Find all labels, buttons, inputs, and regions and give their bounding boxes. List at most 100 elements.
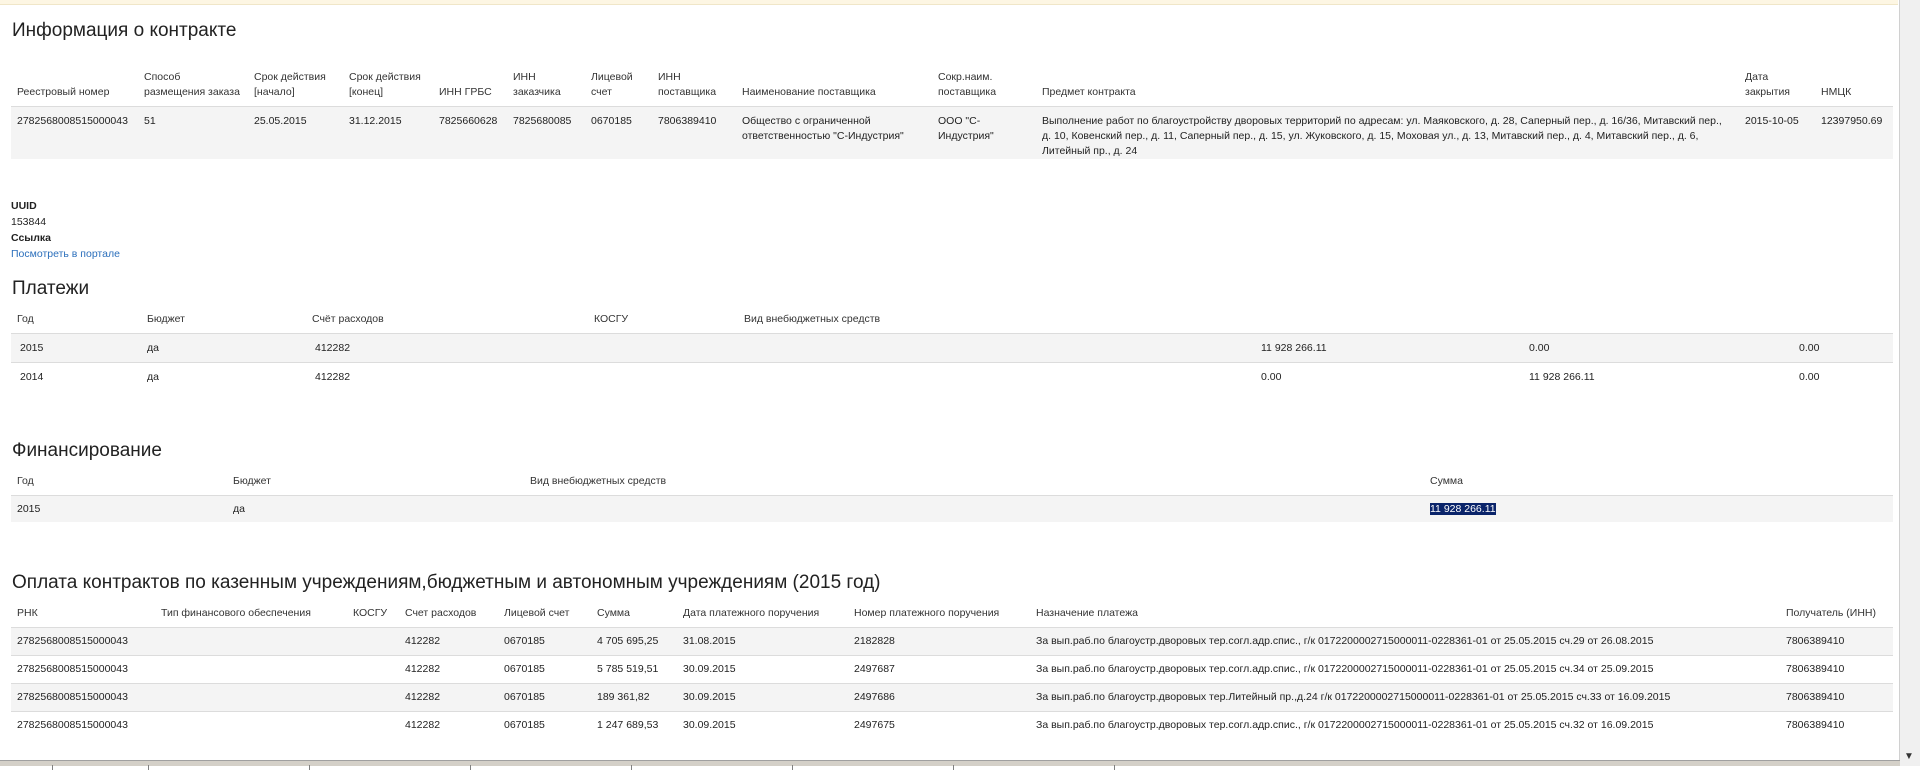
col-header: КОСГУ bbox=[594, 312, 629, 325]
table-cell: 2497675 bbox=[848, 710, 1030, 739]
vertical-scrollbar[interactable]: ▼ bbox=[1899, 0, 1920, 766]
col-header: Наименование поставщика bbox=[742, 85, 876, 98]
table-row: 2782568008515000043 412282 0670185 1 247… bbox=[11, 710, 1893, 739]
table-cell: 412282 bbox=[399, 710, 498, 739]
table-cell: 412282 bbox=[399, 682, 498, 711]
table-cell bbox=[347, 654, 399, 683]
col-header bbox=[1255, 311, 1523, 333]
table-cell bbox=[738, 361, 1255, 391]
col-header: Лицевой счет bbox=[504, 606, 570, 619]
table-cell: 2782568008515000043 bbox=[11, 710, 155, 739]
table-cell: 2015 bbox=[11, 494, 227, 522]
col-header: Реестровый номер bbox=[17, 85, 110, 98]
contract-payments-table: РНК Тип финансового обеспечения КОСГУ Сч… bbox=[11, 605, 1893, 739]
table-cell: 4 705 695,25 bbox=[591, 626, 677, 655]
table-cell: да bbox=[227, 494, 524, 522]
selected-sum-text[interactable]: 11 928 266.11 bbox=[1430, 502, 1496, 515]
table-cell: 1 247 689,53 bbox=[591, 710, 677, 739]
table-cell bbox=[347, 710, 399, 739]
col-header: Срок действия [конец] bbox=[349, 70, 421, 98]
col-header: КОСГУ bbox=[353, 606, 388, 619]
table-cell: 412282 bbox=[306, 332, 588, 362]
uuid-value: 153844 bbox=[11, 216, 47, 228]
table-cell: 2782568008515000043 bbox=[11, 682, 155, 711]
col-header: Счёт расходов bbox=[312, 312, 384, 325]
col-header: Сумма bbox=[597, 606, 630, 619]
bottom-sheet-tabs bbox=[0, 760, 1900, 770]
table-cell: 51 bbox=[138, 105, 248, 159]
col-header: Сокр.наим. поставщика bbox=[938, 70, 997, 98]
table-cell: 412282 bbox=[399, 626, 498, 655]
top-notification-strip bbox=[0, 0, 1898, 5]
col-header: Бюджет bbox=[147, 312, 185, 325]
table-cell: ООО "С-Индустрия" bbox=[932, 105, 1036, 159]
col-header: ИНН заказчика bbox=[513, 70, 561, 98]
table-cell: 2182828 bbox=[848, 626, 1030, 655]
col-header: Получатель (ИНН) bbox=[1786, 606, 1877, 619]
table-cell: 0670185 bbox=[498, 710, 591, 739]
col-header: Вид внебюджетных средств bbox=[744, 312, 881, 325]
portal-link[interactable]: Посмотреть в портале bbox=[11, 248, 120, 260]
table-cell: 7806389410 bbox=[1780, 626, 1893, 655]
table-cell: 2497686 bbox=[848, 682, 1030, 711]
contract-payments-section-title: Оплата контрактов по казенным учреждения… bbox=[12, 572, 881, 593]
scroll-down-arrow-icon[interactable]: ▼ bbox=[1904, 751, 1914, 762]
table-cell: 2782568008515000043 bbox=[11, 654, 155, 683]
table-cell bbox=[155, 654, 347, 683]
col-header bbox=[1793, 311, 1893, 333]
table-cell: 30.09.2015 bbox=[677, 682, 848, 711]
table-cell: 189 361,82 bbox=[591, 682, 677, 711]
table-cell: За вып.раб.по благоустр.дворовых тер.Лит… bbox=[1030, 682, 1780, 711]
contract-header-row: Реестровый номер Способ размещения заказ… bbox=[11, 54, 1893, 106]
table-cell bbox=[524, 494, 1424, 522]
col-header: Дата закрытия bbox=[1745, 70, 1790, 98]
table-cell bbox=[155, 626, 347, 655]
table-cell: 0670185 bbox=[585, 105, 652, 159]
table-cell: 2015-10-05 bbox=[1739, 105, 1815, 159]
table-cell: 7806389410 bbox=[652, 105, 736, 159]
contract-section-title: Информация о контракте bbox=[12, 20, 237, 41]
table-cell: 30.09.2015 bbox=[677, 654, 848, 683]
table-cell: 5 785 519,51 bbox=[591, 654, 677, 683]
col-header: Год bbox=[17, 474, 34, 487]
table-row: 2014 да 412282 0.00 11 928 266.11 0.00 bbox=[11, 361, 1893, 391]
table-cell: Общество с ограниченной ответственностью… bbox=[736, 105, 932, 159]
table-cell: 0670185 bbox=[498, 682, 591, 711]
uuid-label: UUID bbox=[11, 200, 37, 212]
col-header: РНК bbox=[17, 606, 38, 619]
table-cell: 31.12.2015 bbox=[343, 105, 433, 159]
payments-section-title: Платежи bbox=[12, 278, 90, 299]
table-cell: 7825680085 bbox=[507, 105, 585, 159]
table-cell: 2015 bbox=[11, 332, 141, 362]
table-cell: да bbox=[141, 361, 306, 391]
col-header: Дата платежного поручения bbox=[683, 606, 820, 619]
col-header: Предмет контракта bbox=[1042, 85, 1136, 98]
table-row: 2782568008515000043 412282 0670185 189 3… bbox=[11, 682, 1893, 711]
table-cell: 0.00 bbox=[1793, 332, 1893, 362]
table-cell bbox=[347, 626, 399, 655]
col-header: Год bbox=[17, 312, 34, 325]
col-header: Счет расходов bbox=[405, 606, 477, 619]
table-cell: Выполнение работ по благоустройству двор… bbox=[1036, 105, 1739, 159]
table-cell bbox=[588, 332, 738, 362]
table-cell bbox=[738, 332, 1255, 362]
col-header: Вид внебюджетных средств bbox=[530, 474, 667, 487]
financing-table: Год Бюджет Вид внебюджетных средств Сумм… bbox=[11, 473, 1893, 522]
table-cell: За вып.раб.по благоустр.дворовых тер.сог… bbox=[1030, 710, 1780, 739]
table-cell: За вып.раб.по благоустр.дворовых тер.сог… bbox=[1030, 626, 1780, 655]
col-header: НМЦК bbox=[1821, 85, 1852, 98]
table-cell: 12397950.69 bbox=[1815, 105, 1893, 159]
table-cell bbox=[155, 682, 347, 711]
col-header: Способ размещения заказа bbox=[144, 70, 240, 98]
contract-payments-header-row: РНК Тип финансового обеспечения КОСГУ Сч… bbox=[11, 605, 1893, 627]
col-header: Назначение платежа bbox=[1036, 606, 1138, 619]
table-row: 2782568008515000043 51 25.05.2015 31.12.… bbox=[11, 105, 1893, 159]
table-cell: 31.08.2015 bbox=[677, 626, 848, 655]
table-cell: 0670185 bbox=[498, 654, 591, 683]
table-row: 2015 да 412282 11 928 266.11 0.00 0.00 bbox=[11, 332, 1893, 362]
col-header bbox=[1523, 311, 1793, 333]
col-header: Тип финансового обеспечения bbox=[161, 606, 311, 619]
table-row: 2782568008515000043 412282 0670185 5 785… bbox=[11, 654, 1893, 683]
table-cell bbox=[588, 361, 738, 391]
col-header: Бюджет bbox=[233, 474, 271, 487]
